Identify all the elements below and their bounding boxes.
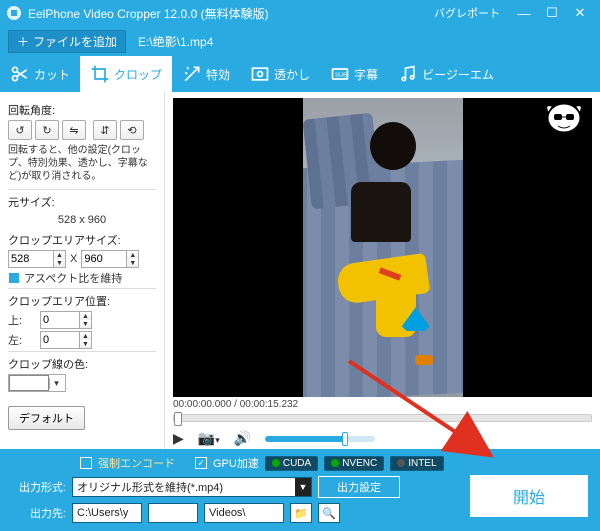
- crop-height-input[interactable]: [81, 250, 127, 268]
- seek-bar[interactable]: [173, 414, 592, 422]
- format-label: 出力形式:: [10, 479, 66, 495]
- spin-down[interactable]: ▼: [127, 259, 138, 267]
- rotate-note: 回転すると、他の設定(クロップ、特別効果、透かし、字幕など)が取り消される。: [8, 144, 156, 183]
- current-file-path: E:\绝影\1.mp4: [138, 33, 213, 50]
- line-color-label: クロップ線の色:: [8, 356, 156, 372]
- time-start: 00:00:00.000: [173, 399, 231, 410]
- top-label: 上:: [8, 312, 36, 328]
- app-logo-icon: [6, 5, 22, 21]
- browse-button[interactable]: 🔍: [318, 503, 340, 523]
- left-label: 左:: [8, 332, 36, 348]
- flip-h-button[interactable]: ⇋: [62, 120, 86, 140]
- crop-left-input[interactable]: [40, 331, 80, 349]
- chip-nvenc: NVENC: [324, 456, 384, 471]
- rotate-ccw-button[interactable]: ↺: [8, 120, 32, 140]
- magic-icon: [182, 64, 202, 84]
- dest-label: 出力先:: [10, 505, 66, 521]
- cartoon-badge-icon: [542, 100, 586, 138]
- bug-report-link[interactable]: バグレポート: [434, 5, 500, 21]
- dest-path-1[interactable]: C:\Users\y: [72, 503, 142, 523]
- gpu-accel-label: GPU加速: [213, 455, 259, 471]
- volume-slider[interactable]: [265, 436, 375, 442]
- add-file-button[interactable]: ＋ ファイルを追加: [8, 30, 126, 53]
- watermark-icon: [250, 64, 270, 84]
- aspect-label: アスペクト比を維持: [24, 270, 122, 286]
- spin-down[interactable]: ▼: [80, 340, 91, 348]
- spin-down[interactable]: ▼: [80, 320, 91, 328]
- close-button[interactable]: ✕: [566, 5, 594, 21]
- tab-bgm[interactable]: ビージーエム: [388, 56, 504, 92]
- aspect-checkbox[interactable]: [8, 272, 20, 284]
- gpu-accel-checkbox[interactable]: [195, 457, 207, 469]
- crop-pos-label: クロップエリア位置:: [8, 293, 156, 309]
- plus-icon: ＋: [17, 33, 29, 50]
- crop-icon: [90, 64, 110, 84]
- tab-cut[interactable]: カット: [0, 56, 80, 92]
- snapshot-button[interactable]: 📷▾: [198, 430, 220, 447]
- crop-size-label: クロップエリアサイズ:: [8, 232, 156, 248]
- spin-up[interactable]: ▲: [80, 312, 91, 320]
- flip-v-button[interactable]: ⇵: [93, 120, 117, 140]
- force-encode-label: 强制エンコード: [98, 455, 175, 471]
- dest-path-2[interactable]: [148, 503, 198, 523]
- force-encode-checkbox[interactable]: [80, 457, 92, 469]
- scissors-icon: [10, 64, 30, 84]
- window-title: EelPhone Video Cropper 12.0.0 (無料体験版): [28, 5, 269, 22]
- orig-size-value: 528 x 960: [8, 212, 156, 228]
- chevron-down-icon: ▼: [295, 478, 311, 496]
- format-combo[interactable]: オリジナル形式を維持(*.mp4) ▼: [72, 477, 312, 497]
- tab-watermark[interactable]: 透かし: [240, 56, 320, 92]
- open-folder-button[interactable]: 📁: [290, 503, 312, 523]
- svg-text:SUB: SUB: [335, 73, 347, 79]
- time-end: 00:00:15.232: [240, 399, 298, 410]
- video-preview[interactable]: [173, 98, 592, 397]
- music-icon: [398, 64, 418, 84]
- add-file-label: ファイルを追加: [33, 33, 117, 50]
- rotate-cw-button[interactable]: ↻: [35, 120, 59, 140]
- crop-width-input[interactable]: [8, 250, 54, 268]
- spin-up[interactable]: ▲: [80, 332, 91, 340]
- chip-intel: INTEL: [390, 456, 443, 471]
- default-button[interactable]: デフォルト: [8, 406, 85, 430]
- dest-path-3[interactable]: Videos\: [204, 503, 284, 523]
- rotate-label: 回転角度:: [8, 102, 156, 118]
- x-separator: X: [70, 253, 77, 265]
- tab-crop[interactable]: クロップ: [80, 56, 172, 92]
- line-color-picker[interactable]: ▾: [8, 374, 66, 392]
- volume-icon[interactable]: 🔊: [234, 430, 251, 447]
- minimize-button[interactable]: —: [510, 6, 538, 21]
- crop-top-input[interactable]: [40, 311, 80, 329]
- play-button[interactable]: ▶: [173, 430, 184, 447]
- output-settings-button[interactable]: 出力設定: [318, 476, 400, 498]
- tab-effect[interactable]: 特効: [172, 56, 240, 92]
- spin-up[interactable]: ▲: [127, 251, 138, 259]
- maximize-button[interactable]: ☐: [538, 5, 566, 21]
- chip-cuda: CUDA: [265, 456, 318, 471]
- subtitle-icon: SUB: [330, 64, 350, 84]
- reset-rotate-button[interactable]: ⟲: [120, 120, 144, 140]
- tab-subtitle[interactable]: SUB 字幕: [320, 56, 388, 92]
- spin-up[interactable]: ▲: [54, 251, 65, 259]
- format-value: オリジナル形式を維持(*.mp4): [77, 479, 223, 495]
- orig-size-label: 元サイズ:: [8, 194, 156, 210]
- start-button[interactable]: 開始: [470, 475, 588, 517]
- spin-down[interactable]: ▼: [54, 259, 65, 267]
